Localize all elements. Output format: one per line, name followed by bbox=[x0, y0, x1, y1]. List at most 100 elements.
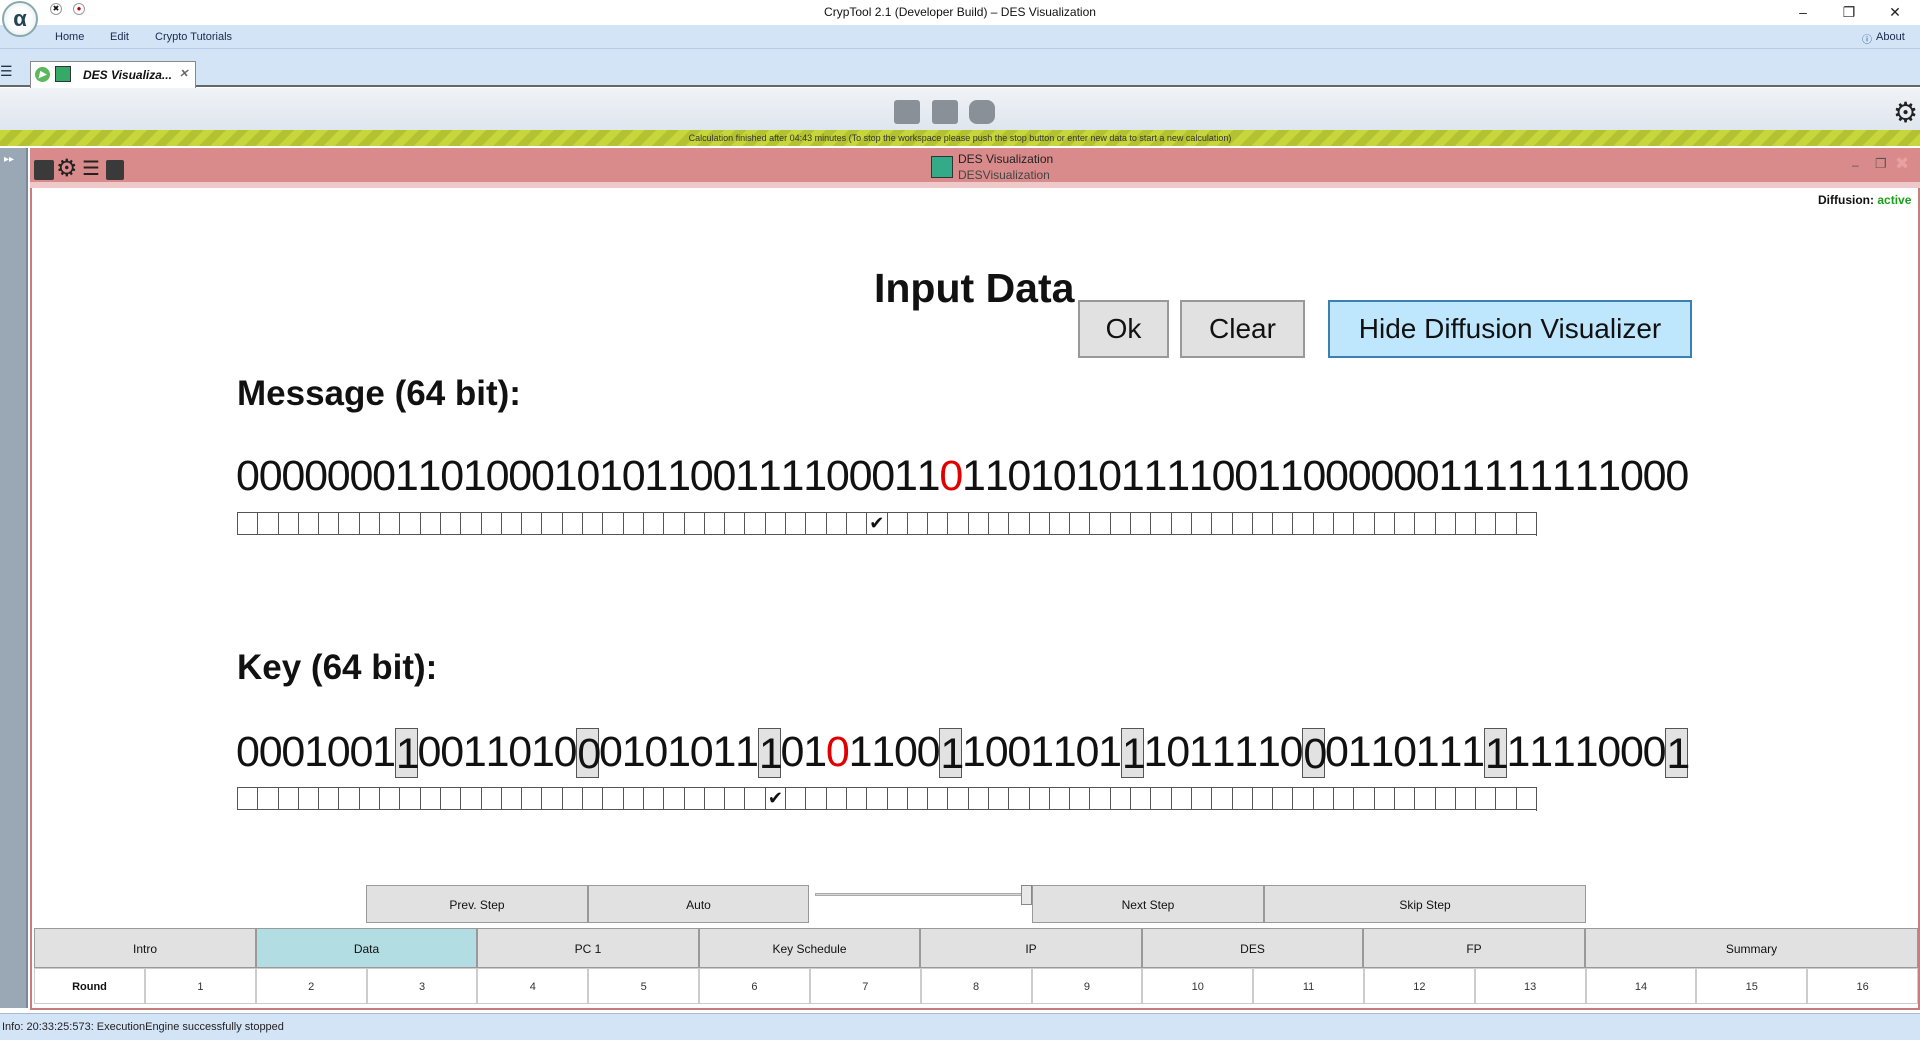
bit-flip-checkbox[interactable] bbox=[1373, 787, 1394, 810]
round-button-11[interactable]: 11 bbox=[1253, 968, 1364, 1004]
bit-flip-checkbox[interactable] bbox=[297, 787, 319, 810]
bit-flip-checkbox[interactable] bbox=[277, 512, 298, 535]
bit-flip-checkbox[interactable] bbox=[1475, 787, 1496, 810]
bit-flip-checkbox[interactable] bbox=[439, 787, 461, 810]
bit-flip-checkbox[interactable] bbox=[338, 512, 359, 535]
bit-flip-checkbox[interactable] bbox=[1170, 512, 1191, 535]
restore-button[interactable]: ❐ bbox=[1826, 0, 1872, 25]
bit-flip-checkbox[interactable] bbox=[1089, 512, 1110, 535]
bit-flip-checkbox[interactable] bbox=[521, 787, 542, 810]
clipboard-icon[interactable] bbox=[106, 160, 124, 180]
bit-flip-checkbox[interactable] bbox=[1251, 512, 1273, 535]
bit-flip-checkbox[interactable] bbox=[1069, 512, 1090, 535]
bit-flip-checkbox[interactable] bbox=[622, 512, 643, 535]
bit-flip-checkbox[interactable] bbox=[663, 512, 684, 535]
bit-flip-checkbox[interactable] bbox=[764, 512, 786, 535]
bit-flip-checkbox[interactable] bbox=[987, 512, 1009, 535]
bit-flip-checkbox[interactable] bbox=[358, 787, 380, 810]
bit-flip-checkbox[interactable] bbox=[1272, 787, 1293, 810]
bit-flip-checkbox[interactable] bbox=[622, 787, 643, 810]
step-tab-intro[interactable]: Intro bbox=[34, 928, 256, 968]
bit-flip-checkbox[interactable] bbox=[1251, 787, 1273, 810]
prev-step-button[interactable]: Prev. Step bbox=[366, 885, 588, 923]
quick-close-icon[interactable]: ✖ bbox=[50, 3, 62, 15]
bit-flip-checkbox[interactable] bbox=[541, 787, 562, 810]
tab-des-visualization[interactable]: ▶ DES Visualiza... ✕ bbox=[30, 61, 196, 88]
bit-flip-checkbox[interactable] bbox=[1048, 787, 1070, 810]
bit-flip-checkbox[interactable] bbox=[785, 512, 806, 535]
auto-button[interactable]: Auto bbox=[588, 885, 809, 923]
fit-to-screen-icon[interactable] bbox=[894, 100, 920, 124]
bit-flip-checkbox[interactable] bbox=[358, 512, 380, 535]
bit-flip-checkbox[interactable] bbox=[1373, 512, 1394, 535]
bit-flip-checkbox[interactable] bbox=[1109, 512, 1131, 535]
bit-flip-checkbox[interactable] bbox=[561, 512, 583, 535]
step-tab-data[interactable]: Data bbox=[256, 928, 477, 968]
round-button-12[interactable]: 12 bbox=[1363, 968, 1475, 1004]
bit-flip-checkbox[interactable] bbox=[602, 512, 623, 535]
bit-flip-checkbox[interactable] bbox=[1353, 787, 1374, 810]
bit-flip-checkbox[interactable] bbox=[805, 787, 826, 810]
bit-flip-checkbox[interactable] bbox=[1333, 787, 1354, 810]
speed-slider[interactable] bbox=[815, 885, 1032, 905]
round-button-10[interactable]: 10 bbox=[1142, 968, 1254, 1004]
tab-close-icon[interactable]: ✕ bbox=[179, 67, 188, 80]
bit-flip-checkbox[interactable] bbox=[541, 512, 562, 535]
round-button-6[interactable]: 6 bbox=[699, 968, 810, 1004]
round-button-1[interactable]: 1 bbox=[145, 968, 256, 1004]
bit-flip-checkbox[interactable] bbox=[1393, 787, 1415, 810]
bit-flip-checkbox[interactable] bbox=[683, 787, 704, 810]
bit-flip-checkbox[interactable] bbox=[399, 787, 420, 810]
bit-flip-checkbox[interactable] bbox=[663, 787, 684, 810]
bit-flip-checkbox[interactable] bbox=[379, 787, 400, 810]
bit-flip-checkbox[interactable] bbox=[1353, 512, 1374, 535]
ok-button[interactable]: Ok bbox=[1078, 300, 1169, 358]
quick-stop-icon[interactable]: ● bbox=[73, 3, 85, 15]
step-tab-key-schedule[interactable]: Key Schedule bbox=[699, 928, 920, 968]
bit-flip-checkbox[interactable] bbox=[825, 512, 846, 535]
round-button-14[interactable]: 14 bbox=[1585, 968, 1697, 1004]
bit-flip-checkbox[interactable] bbox=[1454, 512, 1476, 535]
round-button-2[interactable]: 2 bbox=[255, 968, 367, 1004]
bit-flip-checkbox[interactable] bbox=[480, 787, 501, 810]
bit-flip-checkbox[interactable] bbox=[379, 512, 400, 535]
bit-flip-checkbox[interactable] bbox=[1292, 512, 1313, 535]
bit-flip-checkbox[interactable] bbox=[582, 512, 603, 535]
bit-flip-checkbox[interactable] bbox=[967, 787, 988, 810]
bit-flip-checkbox[interactable] bbox=[724, 512, 745, 535]
bit-flip-checkbox[interactable] bbox=[1292, 787, 1313, 810]
bit-flip-checkbox[interactable] bbox=[886, 512, 907, 535]
menu-crypto-tutorials[interactable]: Crypto Tutorials bbox=[155, 31, 232, 43]
step-tab-fp[interactable]: FP bbox=[1363, 928, 1585, 968]
bit-flip-checkbox[interactable] bbox=[318, 512, 339, 535]
bit-flip-checkbox[interactable] bbox=[703, 512, 725, 535]
bit-flip-checkbox[interactable] bbox=[1393, 512, 1415, 535]
bit-flip-checkbox[interactable] bbox=[1312, 512, 1334, 535]
bit-flip-checkbox[interactable]: ✔ bbox=[764, 787, 786, 810]
bit-flip-checkbox[interactable] bbox=[1069, 787, 1090, 810]
bit-flip-checkbox[interactable] bbox=[642, 512, 664, 535]
bit-flip-checkbox[interactable] bbox=[1434, 787, 1455, 810]
bit-flip-checkbox[interactable] bbox=[825, 787, 846, 810]
step-tab-des[interactable]: DES bbox=[1142, 928, 1363, 968]
bit-flip-checkbox[interactable] bbox=[1211, 787, 1232, 810]
bit-flip-checkbox[interactable] bbox=[1028, 787, 1049, 810]
app-logo-icon[interactable]: α bbox=[2, 1, 38, 37]
bit-flip-checkbox[interactable] bbox=[1008, 787, 1029, 810]
bit-flip-checkbox[interactable] bbox=[1190, 787, 1212, 810]
bit-flip-checkbox[interactable] bbox=[237, 512, 258, 535]
bit-flip-checkbox[interactable] bbox=[1231, 787, 1252, 810]
step-tab-pc-1[interactable]: PC 1 bbox=[477, 928, 699, 968]
round-button-7[interactable]: 7 bbox=[809, 968, 921, 1004]
bit-flip-checkbox[interactable] bbox=[1475, 512, 1496, 535]
round-button-15[interactable]: 15 bbox=[1696, 968, 1808, 1004]
bit-flip-checkbox[interactable] bbox=[1414, 512, 1435, 535]
bit-flip-checkbox[interactable] bbox=[744, 512, 765, 535]
tab-menu-icon[interactable]: ☰ bbox=[0, 63, 13, 80]
bit-flip-checkbox[interactable] bbox=[642, 787, 664, 810]
bit-flip-checkbox[interactable] bbox=[1170, 787, 1191, 810]
plugin-minimize-icon[interactable]: – bbox=[1852, 158, 1859, 172]
next-step-button[interactable]: Next Step bbox=[1032, 885, 1264, 923]
bit-flip-checkbox[interactable] bbox=[1089, 787, 1110, 810]
comment-icon[interactable] bbox=[969, 100, 995, 124]
